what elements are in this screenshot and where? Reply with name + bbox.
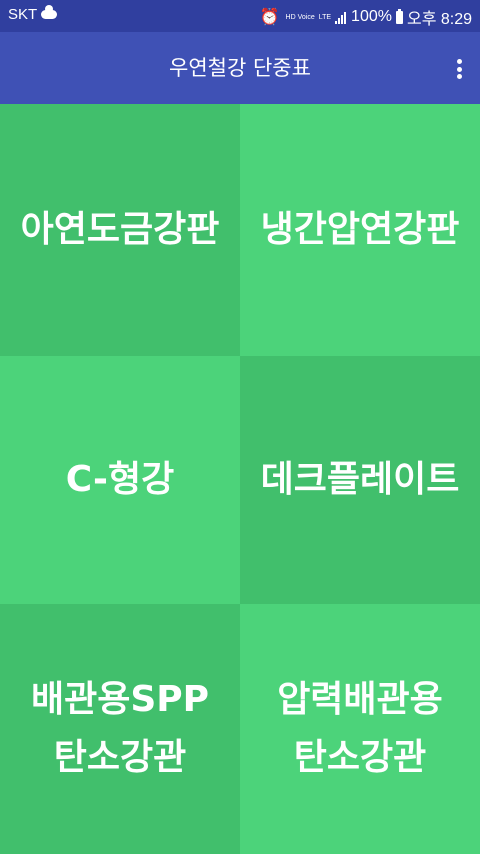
signal-icon [335, 11, 347, 24]
status-time: 오후 8:29 [406, 11, 472, 28]
lte-icon: LTE [318, 13, 332, 21]
tile-label-line1: 배관용SPP [30, 679, 210, 720]
tile-galvanized-steel[interactable]: 아연도금강판 [0, 104, 240, 356]
battery-percent: 100% [351, 8, 392, 25]
hd-voice-icon: HD Voice [285, 13, 315, 21]
app-bar: 우연철강 단중표 [0, 32, 480, 104]
tile-label-line1: 압력배관용 [277, 679, 443, 720]
tile-label: 아연도금강판 [20, 209, 220, 250]
cloud-icon [41, 5, 58, 19]
tile-pressure-carbon-pipe[interactable]: 압력배관용 탄소강관 [240, 604, 480, 854]
tile-cold-rolled-steel[interactable]: 냉간압연강판 [240, 104, 480, 356]
menu-grid: 아연도금강판 냉간압연강판 C-형강 데크플레이트 배관용SPP 탄소강관 압력… [0, 104, 480, 854]
status-left: SKT [8, 5, 58, 23]
tile-c-channel[interactable]: C-형강 [0, 356, 240, 604]
status-bar: SKT ⏰ HD Voice LTE 100% 오후 8:29 [0, 0, 480, 32]
tile-label-line2: 탄소강관 [293, 737, 427, 778]
battery-icon [395, 8, 403, 24]
alarm-icon: ⏰ [259, 9, 280, 26]
status-right: ⏰ HD Voice LTE 100% 오후 8:29 [260, 5, 472, 29]
more-vert-icon[interactable] [456, 59, 462, 79]
tile-label-line2: 탄소강관 [53, 737, 187, 778]
app-title: 우연철강 단중표 [169, 56, 311, 80]
tile-label: 데크플레이트 [260, 459, 460, 500]
tile-label: C-형강 [65, 459, 175, 500]
tile-deck-plate[interactable]: 데크플레이트 [240, 356, 480, 604]
tile-spp-carbon-pipe[interactable]: 배관용SPP 탄소강관 [0, 604, 240, 854]
carrier-label: SKT [8, 6, 38, 23]
tile-label: 냉간압연강판 [260, 209, 460, 250]
